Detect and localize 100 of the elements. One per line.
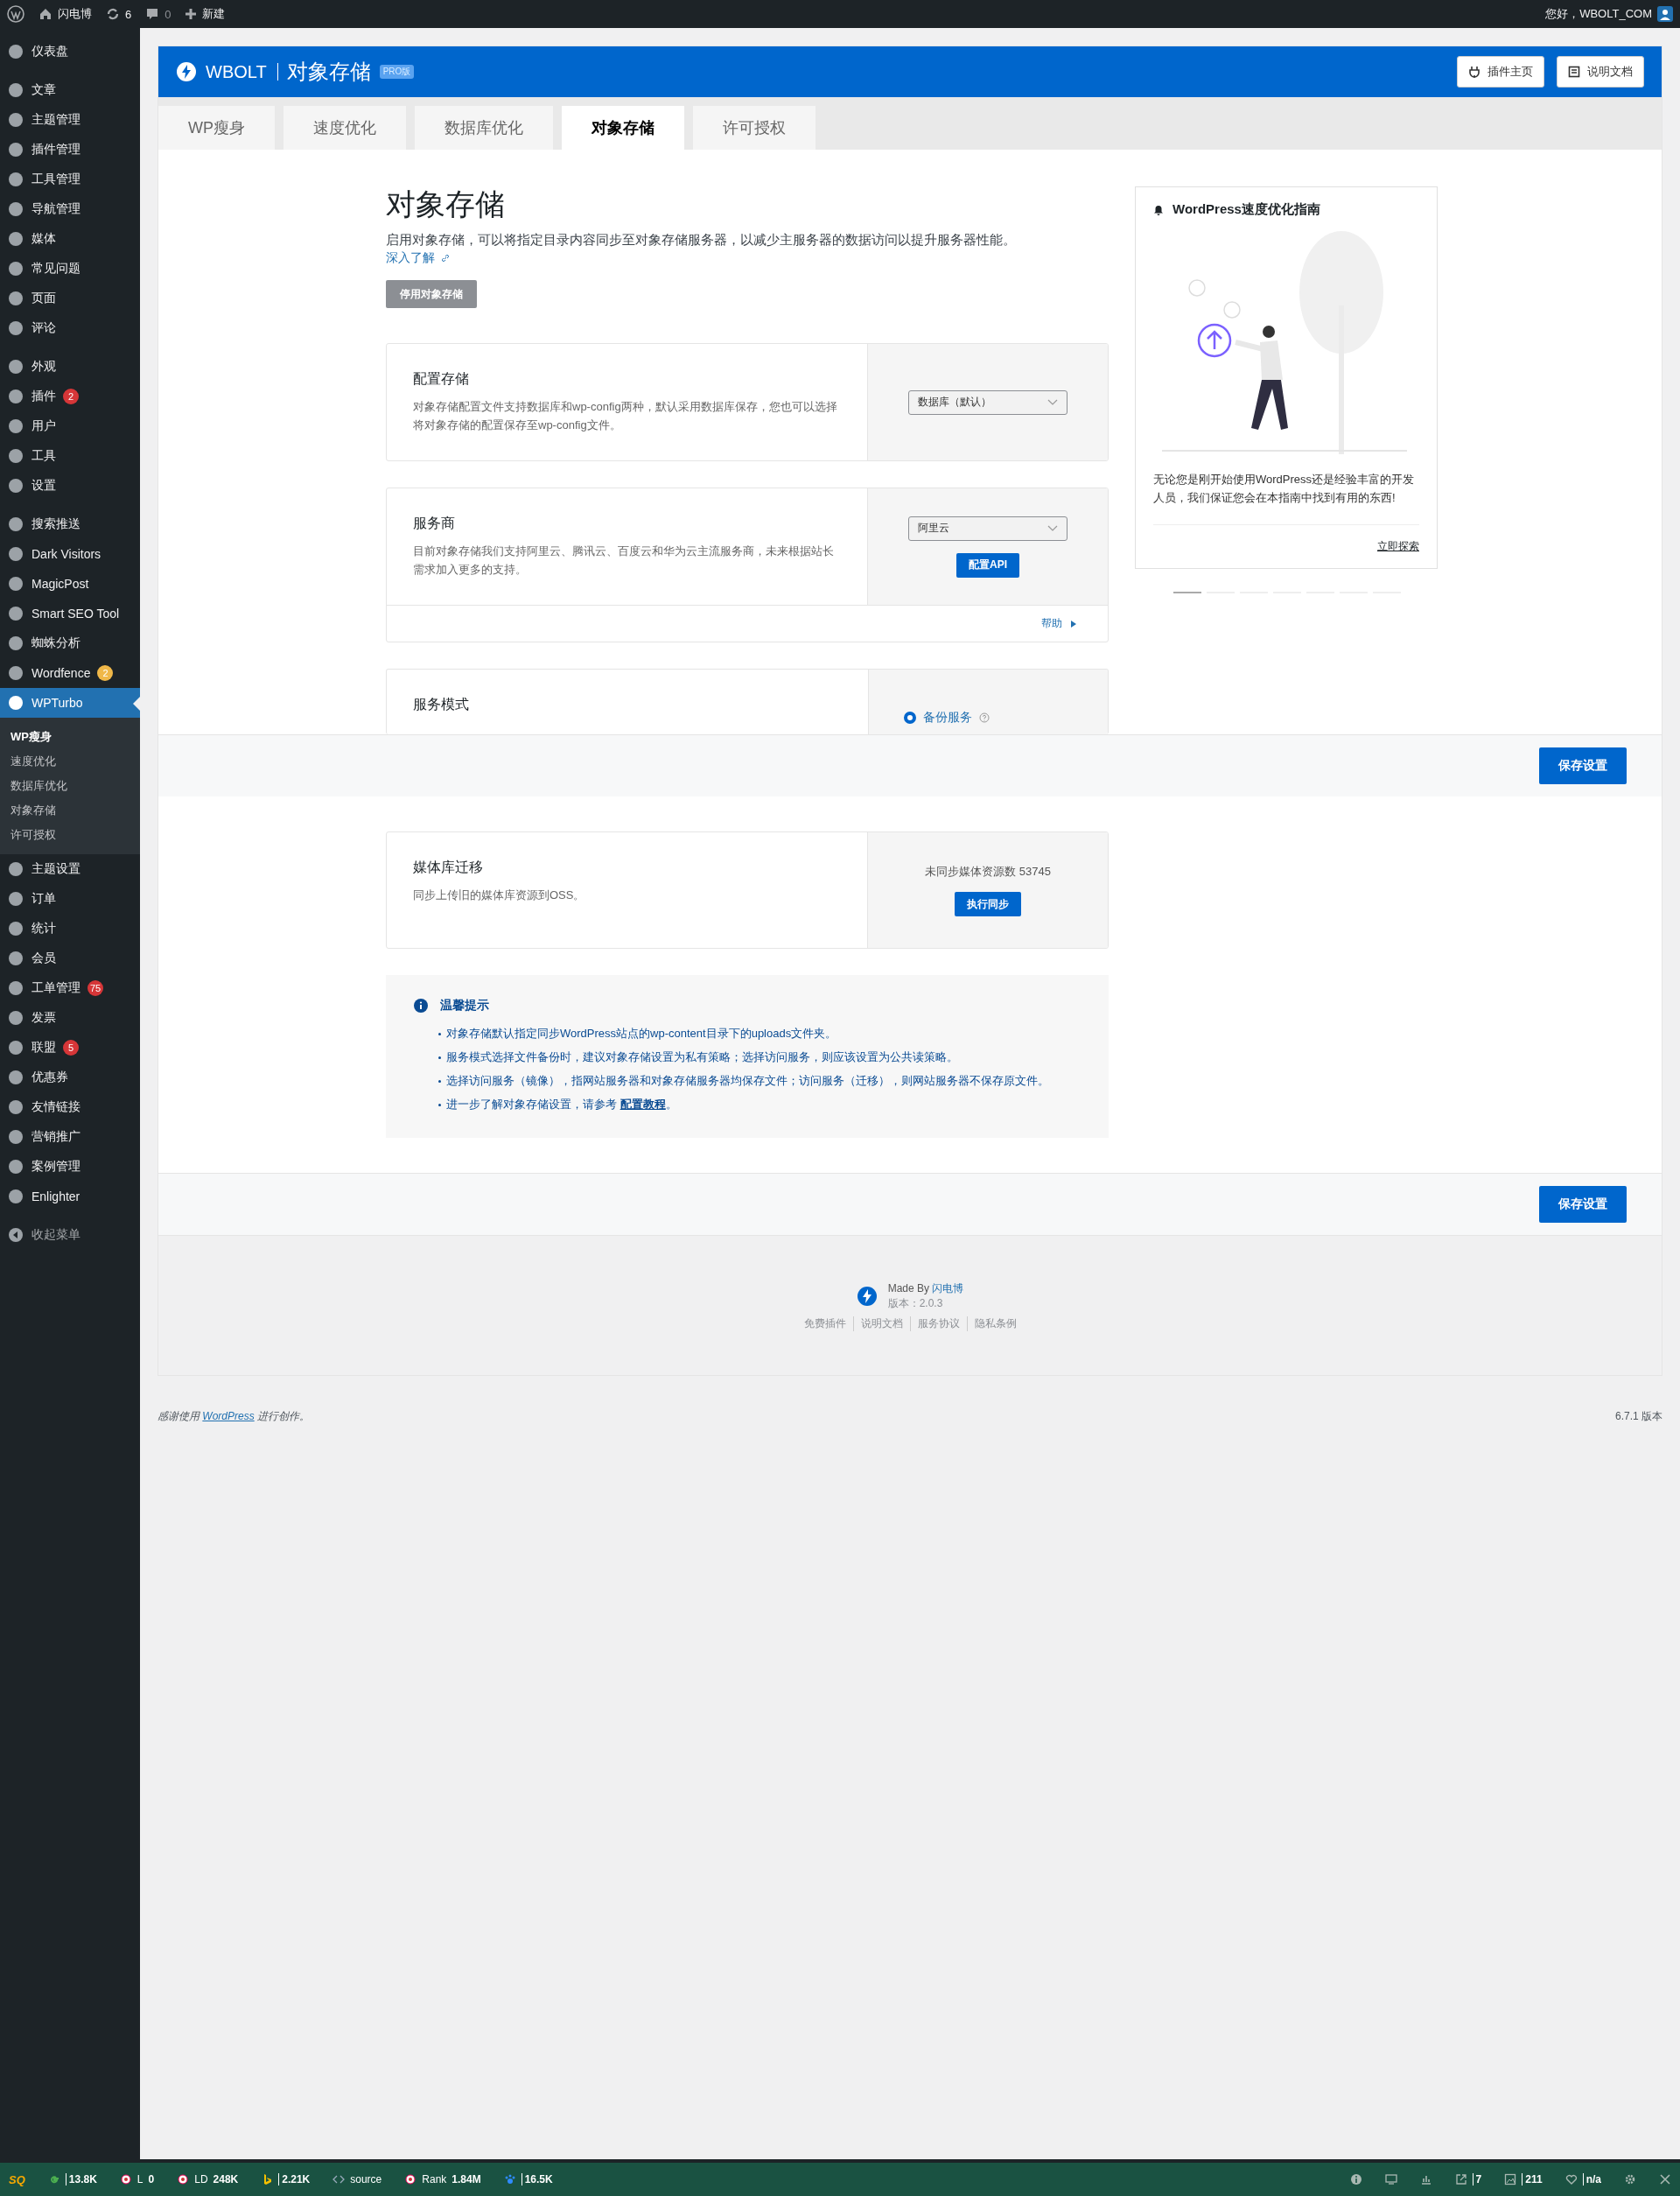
seo-metric[interactable]: 7 bbox=[1454, 2173, 1482, 2185]
sidebar-item[interactable]: 仪表盘 bbox=[0, 37, 140, 67]
account-link[interactable]: 您好，WBOLT_COM bbox=[1545, 6, 1673, 22]
sidebar-item[interactable]: 主题管理 bbox=[0, 105, 140, 135]
learn-more-link[interactable]: 深入了解 bbox=[386, 250, 451, 264]
seo-metric[interactable]: source bbox=[332, 2173, 382, 2185]
seo-metric[interactable]: 211 bbox=[1504, 2173, 1543, 2185]
sidebar-item[interactable]: Wordfence 2 bbox=[0, 658, 140, 688]
toolbar-icon-button[interactable] bbox=[1624, 2173, 1636, 2185]
sidebar-item[interactable]: 优惠券 bbox=[0, 1063, 140, 1092]
sidebar-item[interactable]: 设置 bbox=[0, 471, 140, 501]
sync-button[interactable]: 执行同步 bbox=[955, 892, 1021, 916]
submenu-item[interactable]: 数据库优化 bbox=[0, 774, 140, 798]
sidebar-item[interactable]: 插件 2 bbox=[0, 382, 140, 411]
tab[interactable]: 对象存储 bbox=[562, 106, 684, 150]
sidebar-item[interactable]: 营销推广 bbox=[0, 1122, 140, 1152]
toolbar-icon-button[interactable] bbox=[1419, 2173, 1432, 2185]
explore-link[interactable]: 立即探索 bbox=[1377, 539, 1419, 554]
sidebar-item[interactable]: 文章 bbox=[0, 75, 140, 105]
site-link[interactable]: 闪电博 bbox=[38, 6, 92, 22]
seo-metric[interactable]: 13.8K bbox=[47, 2173, 97, 2185]
bell-icon bbox=[1153, 204, 1164, 215]
sidebar-item[interactable]: 会员 bbox=[0, 944, 140, 973]
document-icon bbox=[1568, 66, 1580, 78]
home-icon bbox=[38, 7, 52, 21]
sidebar-item[interactable]: 搜索推送 bbox=[0, 509, 140, 539]
dot-icon bbox=[7, 358, 24, 375]
sidebar-item[interactable]: 页面 bbox=[0, 284, 140, 313]
sidebar-item[interactable]: 工单管理 75 bbox=[0, 973, 140, 1003]
sidebar-item[interactable]: 插件管理 bbox=[0, 135, 140, 165]
submenu-item[interactable]: WP瘦身 bbox=[0, 725, 140, 749]
plugin-title: 对象存储 bbox=[286, 59, 371, 85]
help-link[interactable]: 帮助 bbox=[1041, 616, 1076, 631]
sidebar-item[interactable]: 媒体 bbox=[0, 224, 140, 254]
sidebar-item[interactable]: 工具管理 bbox=[0, 165, 140, 194]
select-field[interactable]: 数据库（默认） bbox=[908, 389, 1068, 415]
sidebar-item[interactable]: 主题设置 bbox=[0, 854, 140, 884]
dot-icon bbox=[7, 1128, 24, 1146]
seo-metric[interactable]: LD 248K bbox=[177, 2173, 239, 2185]
sidebar-item[interactable]: 订单 bbox=[0, 884, 140, 914]
sidebar-item[interactable]: Enlighter bbox=[0, 1182, 140, 1211]
sidebar-item[interactable]: MagicPost bbox=[0, 569, 140, 599]
toolbar-icon-button[interactable] bbox=[1384, 2173, 1397, 2185]
submenu-item[interactable]: 对象存储 bbox=[0, 798, 140, 823]
tab[interactable]: WP瘦身 bbox=[158, 106, 275, 150]
sidebar-item[interactable]: 友情链接 bbox=[0, 1092, 140, 1122]
tutorial-link[interactable]: 配置教程 bbox=[620, 1098, 666, 1111]
sidebar-item[interactable]: 案例管理 bbox=[0, 1152, 140, 1182]
comments-link[interactable]: 0 bbox=[145, 7, 172, 21]
sidebar-item[interactable]: 用户 bbox=[0, 411, 140, 441]
sidebar-item[interactable]: 工具 bbox=[0, 441, 140, 471]
seo-metric[interactable]: Rank 1.84M bbox=[404, 2173, 481, 2185]
save-settings-button[interactable]: 保存设置 bbox=[1539, 747, 1627, 784]
sidebar-item[interactable]: 外观 bbox=[0, 352, 140, 382]
submenu-item[interactable]: 速度优化 bbox=[0, 749, 140, 774]
tab[interactable]: 许可授权 bbox=[693, 106, 816, 150]
sidebar-item[interactable]: 联盟 5 bbox=[0, 1033, 140, 1063]
setting-title: 媒体库迁移 bbox=[413, 859, 484, 876]
wordpress-logo-icon bbox=[7, 5, 24, 23]
sidebar-item[interactable]: WPTurbo bbox=[0, 688, 140, 718]
docs-button[interactable]: 说明文档 bbox=[1557, 56, 1644, 88]
dot-icon bbox=[7, 635, 24, 652]
dot-icon bbox=[7, 388, 24, 405]
configure-api-button[interactable]: 配置API bbox=[956, 552, 1019, 578]
new-link[interactable]: 新建 bbox=[185, 6, 226, 22]
seoquake-logo[interactable]: SQ bbox=[9, 2172, 25, 2186]
save-settings-button[interactable]: 保存设置 bbox=[1539, 1186, 1627, 1223]
updates-link[interactable]: 6 bbox=[106, 7, 132, 21]
toolbar-icon-button[interactable] bbox=[1349, 2173, 1362, 2185]
sidebar-item[interactable]: Dark Visitors bbox=[0, 539, 140, 569]
sidebar-item[interactable]: 发票 bbox=[0, 1003, 140, 1033]
sidebar-item[interactable]: 常见问题 bbox=[0, 254, 140, 284]
plugin-home-button[interactable]: 插件主页 bbox=[1457, 56, 1544, 88]
page-description: 启用对象存储，可以将指定目录内容同步至对象存储服务器，以减少主服务器的数据访问以提升服务器性能。 bbox=[386, 232, 1017, 249]
sidebar-item[interactable]: 导航管理 bbox=[0, 194, 140, 224]
count-badge: 5 bbox=[63, 1040, 79, 1056]
radio-option[interactable]: 备份服务 bbox=[904, 710, 990, 726]
sidebar-item[interactable]: 蜘蛛分析 bbox=[0, 628, 140, 658]
target-icon bbox=[119, 2173, 132, 2185]
seo-metric[interactable]: 2.21K bbox=[261, 2173, 311, 2185]
dot-icon bbox=[7, 111, 24, 129]
radio-button[interactable] bbox=[904, 712, 916, 724]
seo-metric[interactable]: L 0 bbox=[119, 2173, 155, 2185]
toolbar-icon-button[interactable] bbox=[1659, 2173, 1671, 2185]
wordpress-link[interactable]: WordPress bbox=[202, 1410, 255, 1422]
tab[interactable]: 数据库优化 bbox=[415, 106, 553, 150]
made-by-text: Made By 闪电博 bbox=[887, 1281, 964, 1296]
dot-icon bbox=[7, 1188, 24, 1205]
author-link[interactable]: 闪电博 bbox=[932, 1282, 964, 1294]
seo-metric[interactable]: n/a bbox=[1564, 2173, 1601, 2185]
sidebar-item[interactable]: Smart SEO Tool bbox=[0, 599, 140, 628]
seo-metric[interactable]: 16.5K bbox=[503, 2173, 553, 2185]
collapse-menu-item[interactable]: 收起菜单 bbox=[0, 1220, 140, 1250]
select-field[interactable]: 阿里云 bbox=[908, 516, 1068, 541]
submenu-item[interactable]: 许可授权 bbox=[0, 823, 140, 847]
sidebar-item[interactable]: 统计 bbox=[0, 914, 140, 944]
carousel-indicator[interactable] bbox=[1173, 592, 1201, 593]
sidebar-item[interactable]: 评论 bbox=[0, 313, 140, 343]
dot-icon bbox=[7, 860, 24, 878]
tab[interactable]: 速度优化 bbox=[284, 106, 406, 150]
